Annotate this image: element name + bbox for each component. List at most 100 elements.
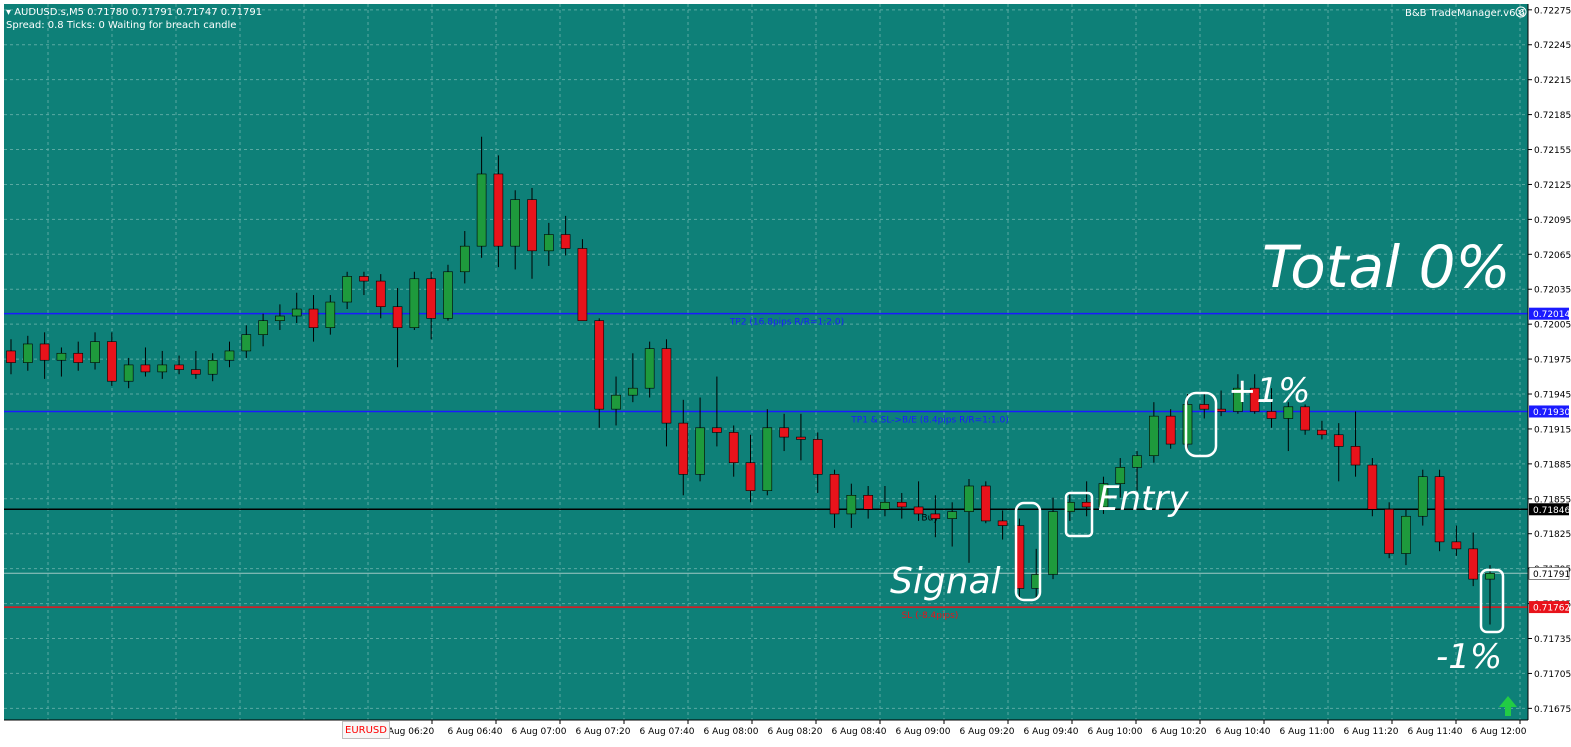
candle-body-bull [1182, 404, 1193, 445]
time-tick-label: 6 Aug 06:40 [448, 727, 503, 737]
annotation-total: Total 0% [1262, 233, 1511, 301]
time-tick-label: 6 Aug 08:40 [832, 727, 887, 737]
level-price-label: 0.72014 [1533, 310, 1570, 320]
candle-body-bull [207, 359, 218, 375]
candle-body-bear [812, 439, 823, 475]
time-tick-label: 6 Aug 07:20 [576, 727, 631, 737]
candle-body-bear [493, 173, 504, 247]
time-axis: Aug 06:20 6 Aug 06:40 6 Aug 07:00 6 Aug 07:… [0, 719, 1571, 747]
candle-body-bear [191, 369, 201, 375]
candle-body-bear [375, 280, 386, 307]
candle-body-bear [73, 352, 84, 363]
time-tick-label: 6 Aug 09:20 [960, 727, 1015, 737]
price-tick-label: 0.72095 [1534, 216, 1571, 226]
time-tick-label: 6 Aug 11:40 [1408, 727, 1463, 737]
candle-body-bear [560, 234, 571, 249]
price-tick-label: 0.71825 [1534, 530, 1571, 540]
candle-body-bear [392, 306, 403, 328]
candle-body-bear [728, 432, 739, 464]
candle-body-bull [291, 308, 302, 317]
symbol-tab-eurusd[interactable]: EURUSD [342, 721, 390, 739]
candle-body-bear [980, 485, 991, 522]
candle-body-bear [1081, 501, 1092, 508]
candle-body-bear [1434, 476, 1445, 543]
price-tick-label: 0.72275 [1534, 6, 1571, 16]
level-label-sl: SL (-8.4pips) [902, 611, 959, 621]
price-tick-label: 0.71705 [1534, 670, 1571, 680]
price-chart[interactable]: TP2 (16.8pips R/R=1:2.0) TP1 & SL->B/E (8… [0, 0, 1571, 747]
candle-body-bear [6, 350, 16, 363]
candle-body-bull [123, 364, 134, 382]
time-tick-label: 6 Aug 08:20 [768, 727, 823, 737]
time-tick-label: 6 Aug 11:00 [1280, 727, 1335, 737]
candle-body-bear [1451, 541, 1462, 550]
candle-body-bear [308, 308, 319, 328]
candle-body-bull [611, 394, 621, 410]
candle-body-bull [1132, 455, 1142, 468]
price-tick-label: 0.71675 [1534, 705, 1571, 715]
candle-body-bull [90, 341, 100, 363]
candle-body-bear [661, 348, 672, 424]
price-tick-label: 0.71885 [1534, 460, 1571, 470]
candle-body-bear [1216, 408, 1226, 412]
candle [1367, 458, 1378, 517]
candle-body-bear [913, 506, 924, 515]
candle-body-bear [796, 436, 806, 440]
price-tick-label: 0.71915 [1534, 425, 1571, 435]
candle-body-bull [476, 173, 487, 247]
candle-body-bear [829, 474, 840, 515]
candle-body-bull [241, 334, 252, 352]
time-tick-label: Aug 06:20 [388, 727, 435, 737]
price-tick-label: 0.72245 [1534, 41, 1571, 51]
price-tick-label: 0.72065 [1534, 251, 1571, 261]
time-tick-label: 6 Aug 10:40 [1216, 727, 1271, 737]
price-tick-label: 0.72125 [1534, 181, 1571, 191]
trade-manager-label: B&B TradeManager.v6.6 [1405, 8, 1525, 19]
level-label-tp: TP1 & SL->B/E (8.4pips R/R=1:1.0) [850, 415, 1008, 425]
price-tick-label: 0.71735 [1534, 635, 1571, 645]
candle-body-bull [56, 352, 67, 361]
candle-body-bear [140, 364, 151, 373]
candle-body-bull [544, 234, 554, 252]
candle-body-bull [258, 320, 268, 335]
candle-body-bull [409, 278, 420, 328]
time-tick-label: 6 Aug 09:00 [896, 727, 951, 737]
candle-body-bear [1367, 464, 1378, 510]
candle-body-bear [594, 320, 605, 410]
candle-body-bear [426, 278, 436, 319]
time-tick-label: 6 Aug 07:40 [640, 727, 695, 737]
candle-body-bull [342, 276, 352, 303]
candle-body-bull [695, 427, 705, 475]
candle-body-bear [1350, 446, 1361, 466]
price-tick-label: 0.71975 [1534, 356, 1571, 366]
candle [1434, 469, 1445, 552]
candle-body-bull [1417, 476, 1428, 517]
annotation-plus: +1% [1228, 371, 1310, 411]
candle [1384, 502, 1394, 559]
candle-body-bear [359, 276, 369, 282]
candle-body-bear [107, 341, 117, 382]
level-label-tp: TP2 (16.8pips R/R=1:2.0) [729, 318, 844, 328]
candle-body-bull [880, 501, 890, 510]
candle-body-bear [997, 520, 1008, 526]
candle-body-bull [1401, 515, 1411, 554]
candle-body-bull [628, 387, 638, 396]
time-tick-label: 6 Aug 10:20 [1152, 727, 1207, 737]
candle-body-bull [224, 350, 235, 361]
time-tick-label: 6 Aug 07:00 [512, 727, 567, 737]
candle-body-bear [779, 427, 789, 438]
level-price-label: 0.71762 [1533, 604, 1570, 614]
candle-body-bull [459, 245, 470, 273]
smiley-icon [1515, 6, 1527, 18]
candle-body-bull [275, 315, 285, 321]
time-tick-label: 6 Aug 09:40 [1024, 727, 1079, 737]
candle-body-bear [1199, 404, 1210, 410]
time-tick-label: 6 Aug 12:00 [1472, 727, 1527, 737]
candle-body-bear [930, 513, 941, 519]
candle-body-bear [1333, 434, 1344, 447]
price-tick-label: 0.72215 [1534, 76, 1571, 86]
candle-body-bull [964, 485, 974, 512]
price-axis: 0.72275 0.72245 0.72215 0.72185 0.72155 0.721… [1527, 0, 1571, 720]
annotation-minus: -1% [1436, 637, 1502, 677]
price-tick-label: 0.71945 [1534, 391, 1571, 401]
